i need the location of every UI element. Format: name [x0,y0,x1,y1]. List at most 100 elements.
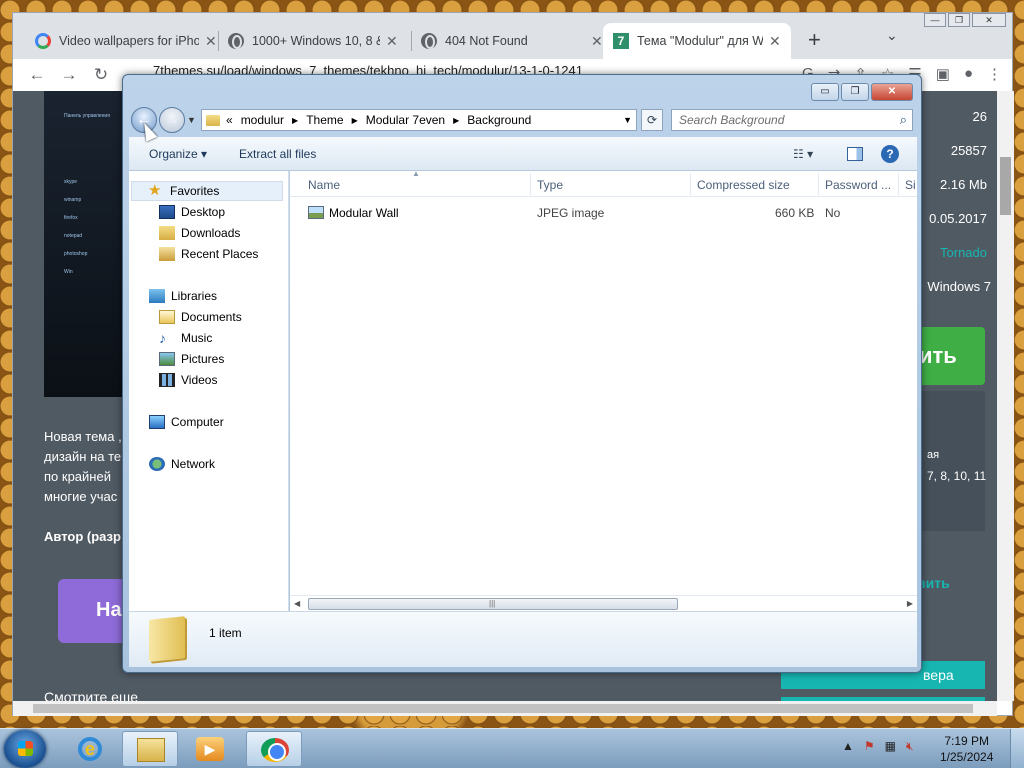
breadcrumb-modulur[interactable]: modulur [241,113,284,127]
nav-favorites[interactable]: ★ Favorites [131,181,283,201]
search-placeholder: Search Background [679,113,785,127]
tab-windows-themes[interactable]: 1000+ Windows 10, 8 & ✕ [218,23,408,59]
search-icon[interactable]: ⌕ [900,112,907,128]
downloads-icon [159,226,175,240]
more-menu-icon[interactable]: ⋮ [987,65,1002,83]
column-size[interactable]: Si [905,178,916,192]
file-list-horizontal-scrollbar[interactable]: ◀ ||| ▶ [290,595,917,611]
nav-computer[interactable]: Computer [149,415,224,429]
forward-button[interactable]: → [159,107,185,133]
nav-documents[interactable]: Documents [159,310,242,324]
nav-videos[interactable]: Videos [159,373,217,387]
show-desktop-button[interactable] [1010,729,1024,768]
download-button[interactable]: ить [917,327,985,385]
taskbar-chrome[interactable] [246,731,302,767]
nav-label: Libraries [171,289,218,303]
minimize-button[interactable]: ▭ [811,83,839,101]
nav-desktop[interactable]: Desktop [159,205,225,219]
system-tray: ▲ ⚑ ▦ 🔇︎ [842,739,914,754]
nav-label: Favorites [170,184,220,198]
maximize-button[interactable]: ❐ [841,83,869,101]
pictures-icon [159,352,175,366]
nav-libraries[interactable]: Libraries [149,289,217,303]
compatibility-panel: ая 7, 8, 10, 11 [917,391,986,531]
back-button[interactable]: ← [21,65,53,85]
scroll-right-arrow[interactable]: ▶ [907,599,913,608]
page-vertical-scrollbar[interactable] [997,91,1014,701]
column-password[interactable]: Password ... [825,178,891,192]
close-button[interactable]: ✕ [972,13,1006,27]
volume-muted-icon[interactable]: 🔇︎ [906,739,914,754]
start-button[interactable] [4,730,46,768]
item-count: 1 item [209,626,242,640]
minimize-button[interactable]: — [924,13,946,27]
nav-music[interactable]: ♪ Music [159,331,212,345]
address-dropdown[interactable]: ▼ [623,115,632,125]
breadcrumb-overflow[interactable]: « [226,113,233,127]
close-tab-icon[interactable]: ✕ [205,33,217,50]
help-icon[interactable]: ? [881,145,899,163]
column-headers: ▲ Name Type Compressed size Password ...… [290,169,917,197]
page-horizontal-scrollbar[interactable] [13,701,997,716]
forward-button[interactable]: → [53,65,85,85]
nav-downloads[interactable]: Downloads [159,226,240,240]
scroll-thumb[interactable] [1000,157,1011,215]
show-hidden-icons-arrow[interactable]: ▲ [842,739,854,754]
column-compressed-size[interactable]: Compressed size [697,178,790,192]
network-icon[interactable]: ▦ [885,739,896,754]
close-button[interactable]: ✕ [871,83,913,101]
nav-network[interactable]: Network [149,457,215,471]
file-list: ▲ Name Type Compressed size Password ...… [290,169,917,595]
explorer-window-controls: ▭ ❐ ✕ [811,83,913,101]
preview-pane-icon[interactable] [847,147,863,161]
nav-pictures[interactable]: Pictures [159,352,224,366]
close-tab-icon[interactable]: ✕ [769,33,781,50]
tab-modulur[interactable]: 7 Тема "Modulur" для Windows 7 ✕ [603,23,791,59]
breadcrumb-background[interactable]: Background [467,113,531,127]
address-breadcrumb[interactable]: « modulur ▶ Theme ▶ Modular 7even ▶ Back… [201,109,637,131]
tab-video-wallpapers[interactable]: Video wallpapers for iPhone ✕ [25,23,227,59]
search-input[interactable]: Search Background ⌕ [671,109,913,131]
navigation-pane: ★ Favorites Desktop Downloads Recent Plac… [129,171,289,611]
nav-label: Network [171,457,216,471]
author-label: Автор (разр [44,529,121,544]
breadcrumb-theme[interactable]: Theme [306,113,343,127]
documents-icon [159,310,175,324]
restore-button[interactable]: ❐ [948,13,970,27]
change-view-button[interactable]: ☷ ▾ [793,147,813,161]
taskbar-media-player[interactable]: ▶ [182,731,238,767]
scroll-left-arrow[interactable]: ◀ [294,599,300,608]
tab-404[interactable]: 404 Not Found ✕ [411,23,613,59]
file-row[interactable]: Modular Wall JPEG image 660 KB No [290,203,917,223]
file-type: JPEG image [537,206,605,220]
breadcrumb-separator[interactable]: ▶ [292,116,298,125]
column-type[interactable]: Type [537,178,563,192]
column-name[interactable]: Name [308,178,340,192]
clock[interactable]: 7:19 PM 1/25/2024 [940,733,993,765]
details-pane: 1 item [129,611,917,667]
nav-label: Music [181,331,213,345]
windows-logo-icon [18,741,33,756]
close-tab-icon[interactable]: ✕ [591,33,603,50]
scroll-thumb[interactable]: ||| [308,598,678,610]
tab-search-button[interactable]: ⌄ [886,27,898,44]
flag-error-icon[interactable]: ⚑ [864,739,875,754]
nav-recent-places[interactable]: Recent Places [159,247,258,261]
new-tab-button[interactable]: + [808,27,821,53]
side-panel-icon[interactable]: ▣ [936,65,950,83]
scroll-thumb[interactable] [33,704,973,713]
breadcrumb-modular-7even[interactable]: Modular 7even [366,113,445,127]
extract-all-files-button[interactable]: Extract all files [239,147,316,161]
close-tab-icon[interactable]: ✕ [386,33,398,50]
taskbar-windows-explorer[interactable] [122,731,178,767]
tab-title: Тема "Modulur" для Windows 7 [637,34,763,48]
taskbar-internet-explorer[interactable]: e [62,731,118,767]
scroll-grip: ||| [489,599,496,608]
recent-pages-dropdown[interactable]: ▼ [187,115,196,125]
refresh-button[interactable]: ⟳ [641,109,663,131]
breadcrumb-separator[interactable]: ▶ [352,116,358,125]
organize-button[interactable]: Organize ▾ [149,147,207,161]
reload-button[interactable]: ↻ [85,65,117,85]
profile-icon[interactable]: ● [964,65,973,83]
breadcrumb-separator[interactable]: ▶ [453,116,459,125]
